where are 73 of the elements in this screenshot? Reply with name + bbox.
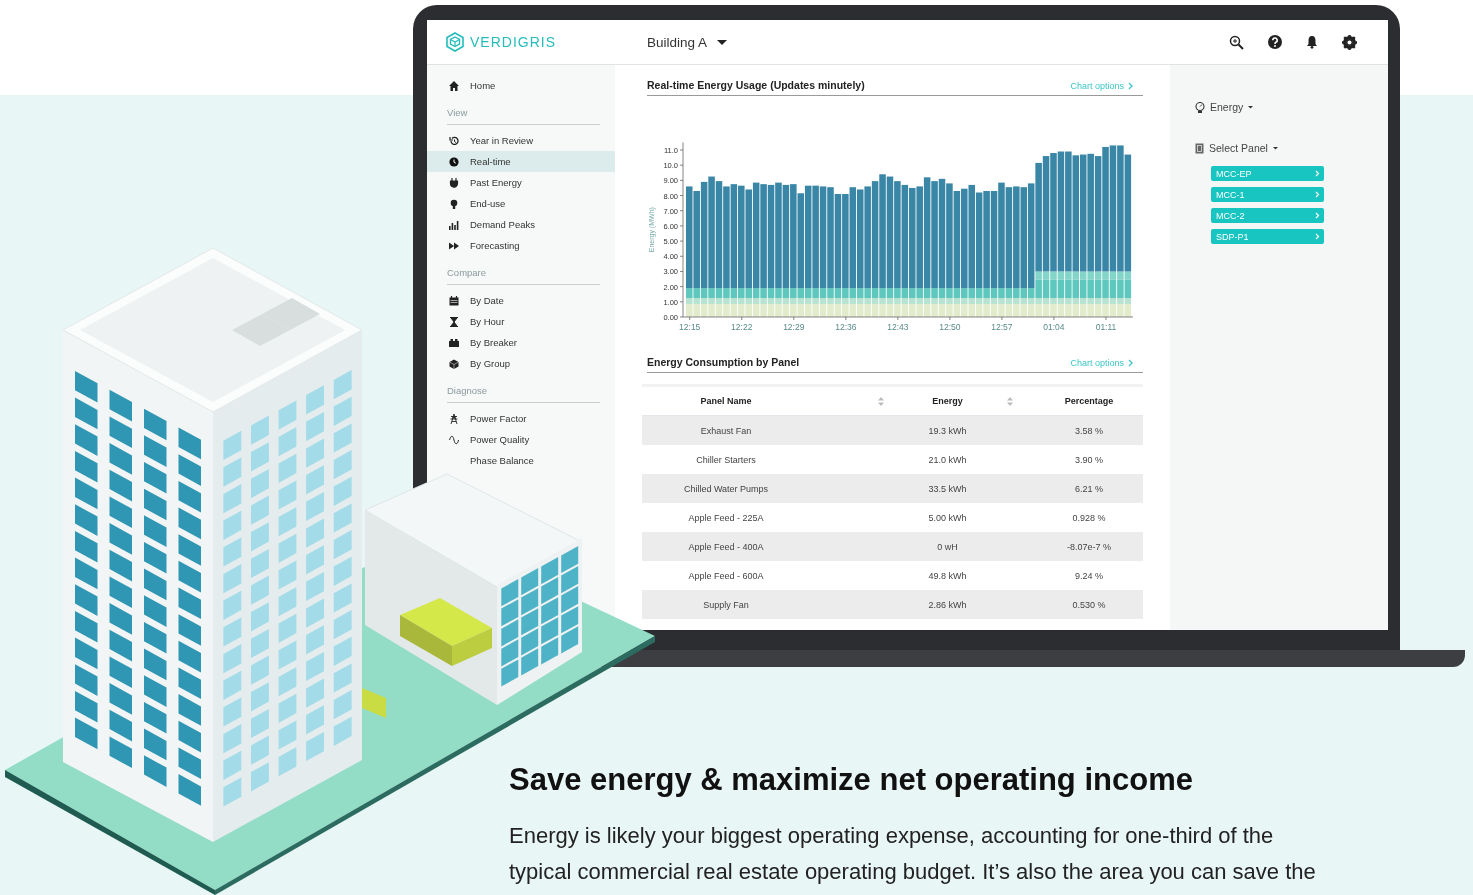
table-cell-text: 9.24 %: [1074, 570, 1104, 581]
section-heading: Diagnose: [447, 384, 600, 403]
table-cell-text: -8.07e-7 %: [1066, 541, 1112, 552]
axis-tick-label: 12:15: [679, 322, 701, 332]
sidebar-item[interactable]: Home: [427, 75, 615, 96]
table-cell-text: 3.90 %: [1074, 454, 1104, 465]
table-cell-text: 21.0 kWh: [927, 454, 968, 465]
axis-tick-label: 01:11: [1095, 322, 1117, 332]
axis-tick-label: 12:22: [731, 322, 753, 332]
table-cell-text: 0 wH: [936, 541, 959, 552]
sidebar-item-label: By Hour: [470, 316, 505, 327]
axis-tick-label: 12:50: [939, 322, 961, 332]
column-header[interactable]: Energy: [900, 396, 995, 406]
sidebar-item[interactable]: Power Quality: [427, 429, 615, 450]
column-header[interactable]: Panel Name: [642, 396, 810, 406]
table-cell-text: 5.00 kWh: [927, 512, 968, 523]
table-cell-text: Chiller Starters: [695, 454, 757, 465]
building-dropdown[interactable]: Building A: [647, 34, 728, 50]
axis-tick-label: 12:57: [991, 322, 1013, 332]
sidebar-item[interactable]: Demand Peaks: [427, 214, 615, 235]
axis-tick-label: 01:04: [1043, 322, 1065, 332]
sidebar-item-label: Past Energy: [470, 177, 522, 188]
sidebar-item-label: End-use: [470, 198, 506, 209]
column-header[interactable]: Percentage: [1035, 396, 1143, 406]
sidebar-item[interactable]: Forecasting: [427, 235, 615, 256]
sidebar-item[interactable]: Real-time: [427, 151, 615, 172]
table-cell-text: Supply Fan: [702, 599, 750, 610]
sidebar-item[interactable]: Year in Review: [427, 130, 615, 151]
axis-tick-label: 12:29: [783, 322, 805, 332]
sidebar-item-label: Power Factor: [470, 413, 527, 424]
sidebar-item-label: By Date: [470, 295, 504, 306]
energy-dropdown[interactable]: Energy: [1195, 100, 1388, 114]
table-cell-text: 49.8 kWh: [927, 570, 968, 581]
headline: Save energy & maximize net operating income: [509, 761, 1194, 799]
sidebar-item-label: Home: [470, 80, 496, 91]
table-cell-text: 0.928 %: [1071, 512, 1107, 523]
section-heading: Compare: [447, 266, 600, 285]
table-cell-text: 19.3 kWh: [927, 425, 968, 436]
sidebar-item[interactable]: Phase Balance: [427, 450, 615, 471]
panel-dropdown[interactable]: Select Panel: [1195, 141, 1388, 155]
sidebar-item-label: Year in Review: [470, 135, 534, 146]
building-name: Building A: [647, 34, 708, 50]
table-cell-text: 33.5 kWh: [927, 483, 968, 494]
logo-text: VERDIGRIS: [470, 34, 556, 50]
body-text: Energy is likely your biggest operating expense, accounting for one-third of the typical commercial real estate operating budget. It’s also the area you can save the: [509, 822, 1317, 886]
sidebar-item[interactable]: By Hour: [427, 311, 615, 332]
sidebar-item[interactable]: By Breaker: [427, 332, 615, 353]
sidebar-item[interactable]: End-use: [427, 193, 615, 214]
sidebar-item-label: Demand Peaks: [470, 219, 535, 230]
table-cell-text: 2.86 kWh: [927, 599, 968, 610]
axis-tick-label: 12:43: [887, 322, 909, 332]
sidebar-item-label: Phase Balance: [470, 455, 534, 466]
sidebar-item[interactable]: Power Factor: [427, 408, 615, 429]
sidebar-item-label: Real-time: [470, 156, 511, 167]
table-cell-text: 0.530 %: [1071, 599, 1107, 610]
section-title: Real-time Energy Usage (Updates minutely): [647, 79, 865, 91]
sidebar-item[interactable]: By Date: [427, 290, 615, 311]
axis-tick-label: 12:36: [835, 322, 857, 332]
section-title: Energy Consumption by Panel: [647, 356, 800, 368]
table-cell-text: Apple Feed - 600A: [687, 570, 765, 581]
sidebar-item-label: By Breaker: [470, 337, 517, 348]
table-cell-text: Chilled Water Pumps: [682, 483, 770, 494]
sidebar-item-label: Forecasting: [470, 240, 520, 251]
table-cell-text: Apple Feed - 400A: [687, 541, 765, 552]
table-cell-text: 6.21 %: [1074, 483, 1104, 494]
table-cell-text: Apple Feed - 225A: [687, 512, 765, 523]
table-cell-text: Exhaust Fan: [699, 425, 753, 436]
sidebar-item[interactable]: By Group: [427, 353, 615, 374]
sidebar-item[interactable]: Past Energy: [427, 172, 615, 193]
sidebar-item-label: By Group: [470, 358, 511, 369]
sidebar-item-label: Power Quality: [470, 434, 530, 445]
section-heading: View: [447, 106, 600, 125]
table-cell-text: 3.58 %: [1074, 425, 1104, 436]
